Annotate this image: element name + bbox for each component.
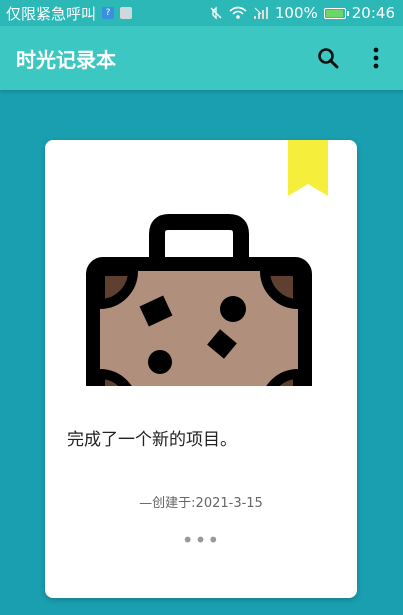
record-text: 完成了一个新的项目。 bbox=[67, 430, 237, 450]
image-notification-icon bbox=[120, 7, 133, 19]
app-title: 时光记录本 bbox=[16, 47, 116, 72]
card-more-button[interactable]: ••• bbox=[45, 530, 357, 550]
suitcase-icon bbox=[86, 214, 312, 386]
search-button[interactable] bbox=[315, 45, 341, 71]
battery-icon bbox=[323, 7, 349, 19]
app-bar-actions bbox=[315, 45, 403, 71]
status-left: 仅限紧急呼叫 ? bbox=[0, 3, 133, 24]
created-line: —创建于:2021-3-15 bbox=[45, 492, 357, 511]
mute-icon bbox=[210, 6, 222, 20]
clock: 20:46 bbox=[351, 4, 395, 22]
status-right: 100% 20:46 bbox=[209, 4, 403, 22]
battery-percent: 100% bbox=[274, 4, 318, 22]
created-date: 2021-3-15 bbox=[195, 496, 263, 511]
battery-level bbox=[325, 9, 343, 17]
more-vert-icon bbox=[373, 47, 379, 69]
status-bar: 仅限紧急呼叫 ? 100% 20:46 bbox=[0, 0, 403, 26]
app-bar: 时光记录本 bbox=[0, 26, 403, 90]
notification-icon: ? bbox=[102, 7, 115, 19]
overflow-menu-button[interactable] bbox=[363, 45, 389, 71]
wifi-icon bbox=[229, 6, 247, 19]
record-card[interactable]: 完成了一个新的项目。 —创建于:2021-3-15 ••• bbox=[45, 140, 357, 598]
created-prefix: —创建于: bbox=[139, 496, 196, 511]
search-icon bbox=[318, 48, 339, 69]
carrier-text: 仅限紧急呼叫 bbox=[6, 4, 97, 23]
signal-icon bbox=[253, 7, 268, 19]
